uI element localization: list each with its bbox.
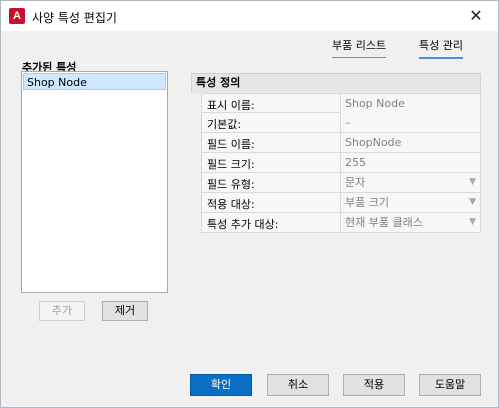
- chevron-down-icon[interactable]: ▼: [469, 173, 476, 192]
- property-definition-header: 특성 정의: [191, 73, 481, 93]
- add-property-to-value: 현재 부품 클래스: [345, 216, 423, 229]
- help-button[interactable]: 도움말: [419, 374, 481, 396]
- title-bar[interactable]: A 사양 특성 편집기 ✕: [1, 1, 498, 31]
- tab-part-list[interactable]: 부품 리스트: [332, 37, 387, 58]
- add-button[interactable]: 추가: [39, 301, 85, 321]
- applies-to-value: 부품 크기: [345, 196, 389, 209]
- ok-button[interactable]: 확인: [190, 374, 252, 396]
- prop-row-applies-to: 적용 대상: 부품 크기 ▼: [201, 193, 481, 213]
- field-type-value: 문자: [345, 176, 366, 189]
- chevron-down-icon[interactable]: ▼: [469, 213, 476, 232]
- prop-row-add-property-to: 특성 추가 대상: 현재 부품 클래스 ▼: [201, 213, 481, 233]
- close-button[interactable]: ✕: [454, 1, 498, 31]
- apply-button[interactable]: 적용: [343, 374, 405, 396]
- prop-label: 필드 크기:: [207, 158, 255, 171]
- prop-row-display-name: 표시 이름: Shop Node: [201, 93, 481, 113]
- prop-label: 특성 추가 대상:: [207, 218, 279, 231]
- applies-to-select[interactable]: 부품 크기 ▼: [340, 193, 480, 212]
- prop-row-default-value: 기본값: –: [201, 113, 481, 133]
- prop-row-field-size: 필드 크기: 255: [201, 153, 481, 173]
- list-item[interactable]: Shop Node: [23, 73, 166, 90]
- display-name-field[interactable]: Shop Node: [340, 94, 480, 113]
- dialog-window: A 사양 특성 편집기 ✕ 부품 리스트 특성 관리 추가된 특성 Shop N…: [0, 0, 499, 408]
- tab-property-management[interactable]: 특성 관리: [419, 37, 463, 59]
- prop-label: 기본값:: [207, 118, 242, 131]
- add-property-to-select[interactable]: 현재 부품 클래스 ▼: [340, 213, 480, 232]
- field-size-field[interactable]: 255: [340, 153, 480, 172]
- window-title: 사양 특성 편집기: [32, 11, 117, 25]
- field-type-select[interactable]: 문자 ▼: [340, 173, 480, 192]
- prop-row-field-name: 필드 이름: ShopNode: [201, 133, 481, 153]
- prop-label: 적용 대상:: [207, 198, 255, 211]
- remove-button[interactable]: 제거: [102, 301, 148, 321]
- default-value-field[interactable]: –: [340, 113, 480, 132]
- property-grid: 표시 이름: Shop Node 기본값: – 필드 이름: ShopNode …: [201, 93, 481, 233]
- prop-label: 표시 이름:: [207, 99, 255, 112]
- prop-label: 필드 유형:: [207, 178, 255, 191]
- prop-row-field-type: 필드 유형: 문자 ▼: [201, 173, 481, 193]
- app-logo-icon: A: [9, 8, 25, 24]
- prop-label: 필드 이름:: [207, 138, 255, 151]
- cancel-button[interactable]: 취소: [267, 374, 329, 396]
- field-name-field[interactable]: ShopNode: [340, 133, 480, 152]
- added-properties-list[interactable]: Shop Node: [21, 71, 168, 293]
- chevron-down-icon[interactable]: ▼: [469, 193, 476, 212]
